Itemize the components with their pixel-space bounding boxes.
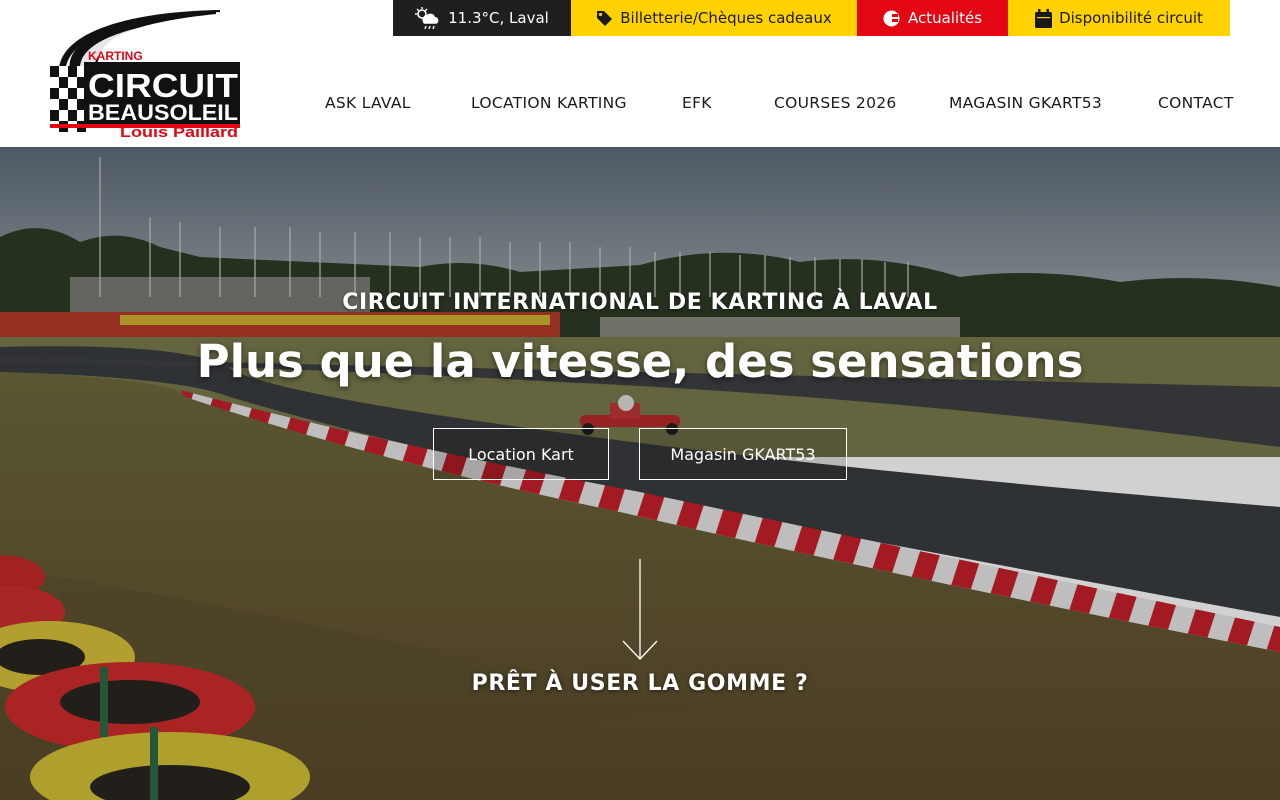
news-label: Actualités: [907, 9, 983, 27]
logo-louis-paillard: Louis Paillard: [120, 124, 238, 138]
nav-item-ask-laval[interactable]: ASK LAVAL: [325, 94, 411, 112]
logo-graphic: KARTING CIRCUIT BEAUSOLEIL Louis Paillar…: [50, 10, 240, 141]
hero-cta-text: PRÊT À USER LA GOMME ?: [471, 671, 809, 696]
hero-section: CIRCUIT INTERNATIONAL DE KARTING À LAVAL…: [0, 147, 1280, 800]
weather-label: 11.3°C, Laval: [448, 9, 549, 27]
ticketing-link[interactable]: Billetterie/Chèques cadeaux: [571, 0, 857, 36]
utility-bar: 11.3°C, Laval Billetterie/Chèques cadeau…: [393, 0, 1230, 36]
nav-item-location-karting[interactable]: LOCATION KARTING: [471, 94, 627, 112]
logo-karting: KARTING: [88, 49, 143, 63]
scroll-down-link[interactable]: [621, 559, 659, 665]
cloud-sun-rain-icon: [415, 7, 439, 29]
site-logo[interactable]: KARTING CIRCUIT BEAUSOLEIL Louis Paillar…: [50, 10, 240, 141]
news-link[interactable]: Actualités: [857, 0, 1008, 36]
nav-item-courses-2026[interactable]: COURSES 2026: [774, 94, 897, 112]
tag-icon: [597, 10, 613, 26]
news-icon: [883, 10, 900, 26]
arrow-down-icon: [622, 559, 658, 660]
logo-circuit: CIRCUIT: [88, 67, 238, 104]
nav-item-contact[interactable]: CONTACT: [1158, 94, 1234, 112]
calendar-icon: [1035, 8, 1053, 28]
magasin-gkart53-button[interactable]: Magasin GKART53: [639, 428, 847, 480]
site-header: KARTING CIRCUIT BEAUSOLEIL Louis Paillar…: [0, 0, 1280, 147]
hero-subtitle: CIRCUIT INTERNATIONAL DE KARTING À LAVAL: [342, 290, 938, 315]
weather-widget[interactable]: 11.3°C, Laval: [393, 0, 571, 36]
availability-label: Disponibilité circuit: [1059, 9, 1203, 27]
availability-link[interactable]: Disponibilité circuit: [1008, 0, 1230, 36]
nav-item-magasin-gkart53[interactable]: MAGASIN GKART53: [949, 94, 1102, 112]
logo-beausoleil: BEAUSOLEIL: [88, 100, 238, 125]
hero-title: Plus que la vitesse, des sensations: [196, 335, 1084, 388]
ticketing-label: Billetterie/Chèques cadeaux: [620, 9, 832, 27]
location-kart-button[interactable]: Location Kart: [433, 428, 609, 480]
nav-item-efk[interactable]: EFK: [682, 94, 712, 112]
